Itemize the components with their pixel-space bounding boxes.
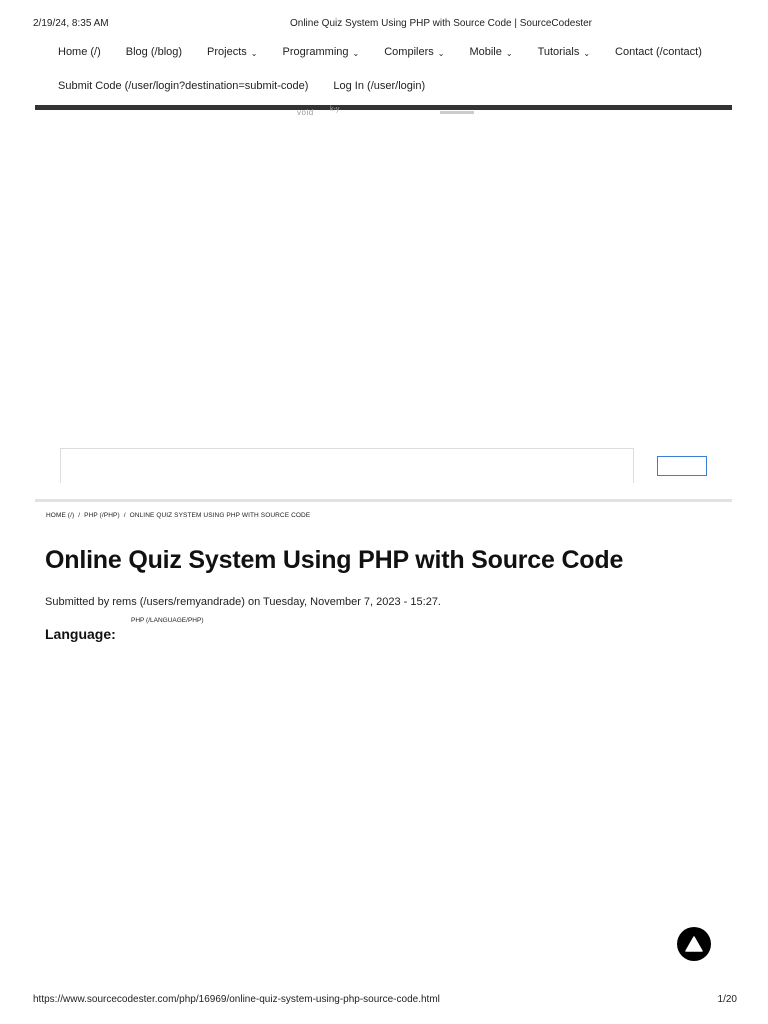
scroll-to-top-button[interactable]: [677, 927, 711, 961]
section-divider: [35, 499, 732, 502]
language-label: Language:: [45, 626, 116, 642]
faded-ad-text: void: [297, 108, 314, 117]
submitted-by-text: Submitted by rems (/users/remyandrade) o…: [45, 596, 441, 608]
nav-row-secondary: Submit Code (/user/login?destination=sub…: [58, 80, 450, 92]
chevron-down-icon: ⌄: [250, 48, 258, 58]
language-link[interactable]: PHP (/LANGUAGE/PHP): [131, 617, 203, 624]
breadcrumb-php[interactable]: PHP (/PHP): [84, 512, 120, 519]
faded-ad-text-secondary: k-y: [330, 106, 340, 113]
nav-item-tutorials[interactable]: Tutorials ⌄: [538, 46, 590, 58]
nav-row-primary: Home (/) Blog (/blog) Projects ⌄ Programm…: [58, 46, 727, 58]
breadcrumb-current: ONLINE QUIZ SYSTEM USING PHP WITH SOURCE…: [129, 512, 311, 519]
breadcrumb-separator: /: [78, 512, 81, 519]
print-url: https://www.sourcecodester.com/php/16969…: [33, 994, 440, 1005]
print-page-title: Online Quiz System Using PHP with Source…: [290, 18, 592, 29]
print-page-number: 1/20: [717, 994, 737, 1005]
nav-item-compilers[interactable]: Compilers ⌄: [384, 46, 444, 58]
search-input[interactable]: [60, 448, 634, 483]
breadcrumb: HOME (/) / PHP (/PHP) / ONLINE QUIZ SYST…: [46, 512, 310, 519]
nav-item-projects[interactable]: Projects ⌄: [207, 46, 257, 58]
nav-item-login[interactable]: Log In (/user/login): [333, 80, 425, 92]
page-title: Online Quiz System Using PHP with Source…: [45, 546, 624, 574]
nav-item-programming[interactable]: Programming ⌄: [283, 46, 360, 58]
print-date: 2/19/24, 8:35 AM: [33, 18, 109, 29]
faded-ad-mark: [440, 111, 474, 114]
nav-item-mobile[interactable]: Mobile ⌄: [469, 46, 512, 58]
nav-item-blog[interactable]: Blog (/blog): [126, 46, 182, 58]
breadcrumb-home[interactable]: HOME (/): [46, 512, 74, 519]
breadcrumb-separator: /: [123, 512, 126, 519]
nav-item-home[interactable]: Home (/): [58, 46, 101, 58]
chevron-down-icon: ⌄: [352, 48, 360, 58]
chevron-down-icon: ⌄: [583, 48, 591, 58]
search-button[interactable]: [657, 456, 707, 476]
chevron-down-icon: ⌄: [505, 48, 513, 58]
chevron-down-icon: ⌄: [437, 48, 445, 58]
nav-item-contact[interactable]: Contact (/contact): [615, 46, 702, 58]
scroll-to-top-icon: [685, 936, 703, 952]
nav-item-submit-code[interactable]: Submit Code (/user/login?destination=sub…: [58, 80, 308, 92]
nav-divider-bar: [35, 105, 732, 110]
